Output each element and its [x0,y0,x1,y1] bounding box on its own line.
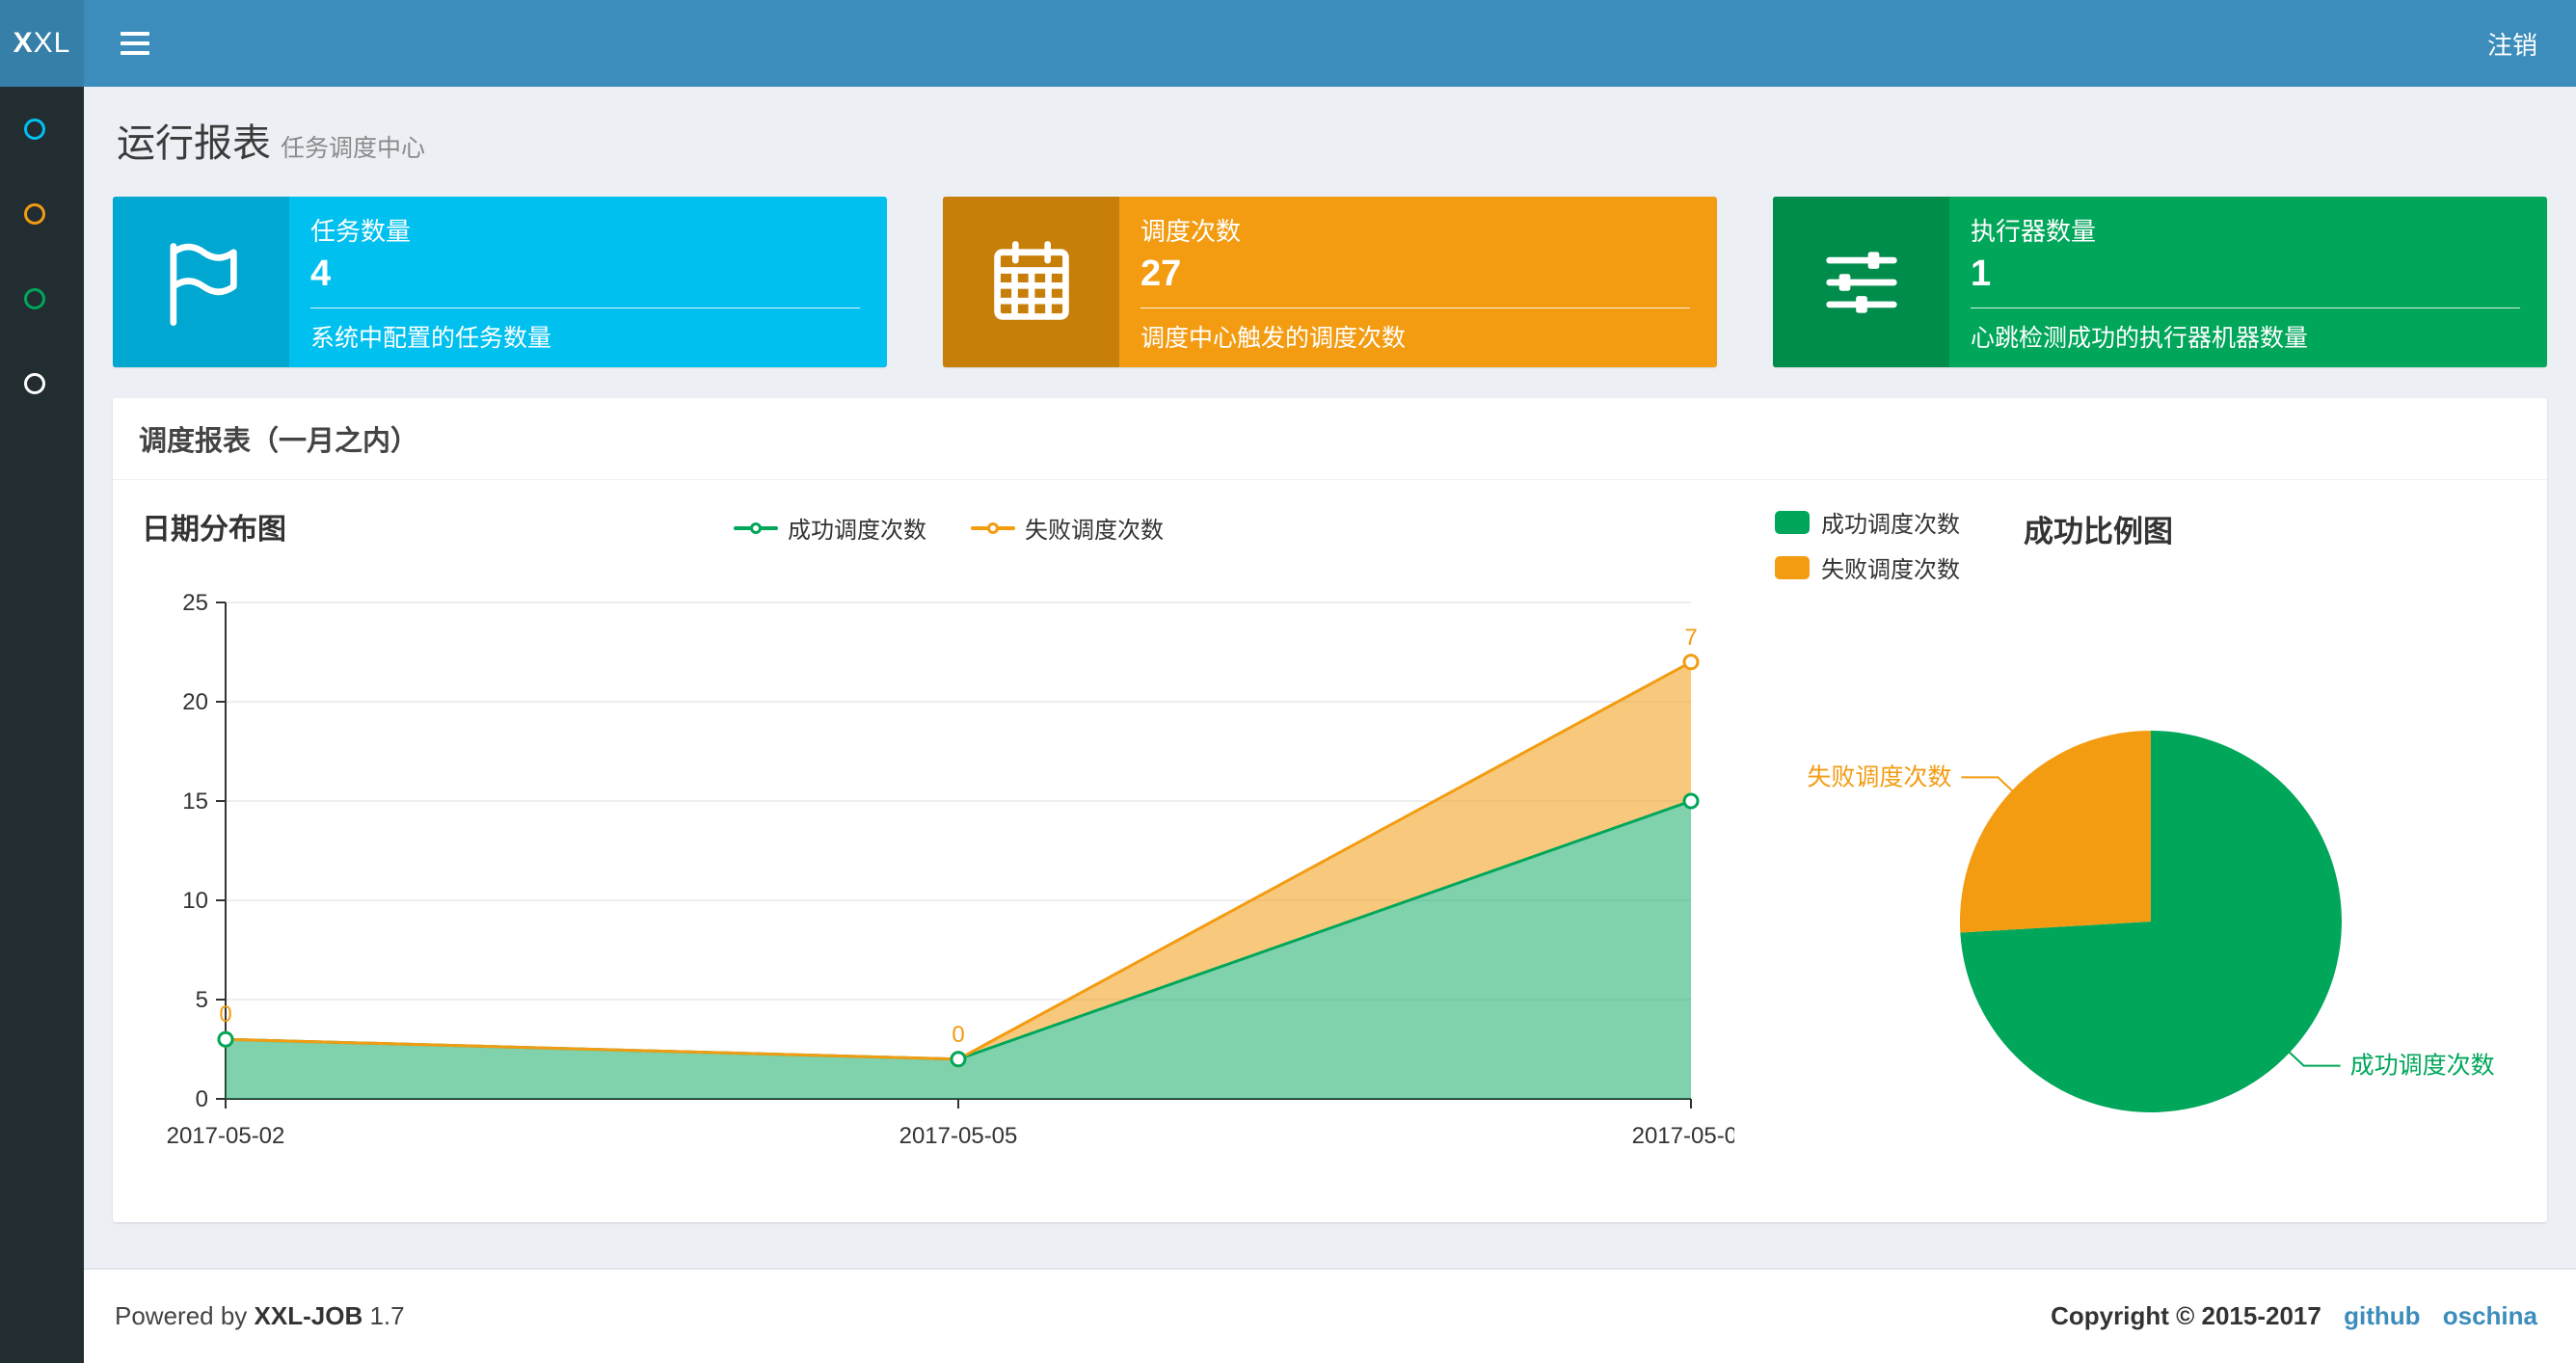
pie-chart: 成功调度次数 失败调度次数 [1807,731,2495,1112]
line-series-marker-icon [734,521,778,534]
logo-text: XL [33,27,71,59]
divider [1140,307,1690,308]
calendar-icon [943,197,1119,367]
sidebar-item-dashboard[interactable] [0,87,84,172]
pie-chart-title: 成功比例图 [2024,515,2173,548]
legend-item-fail[interactable]: 失败调度次数 [1775,550,1960,584]
stat-description: 调度中心触发的调度次数 [1140,325,1407,352]
date-distribution-chart: 日期分布图 成功调度次数 失败调度次数 0 5 10 15 20 25 2017… [134,499,1763,1195]
sidebar-item-help[interactable] [0,341,84,426]
stacked-area-chart: 05101520252017-05-022017-05-052017-05-08… [167,590,1751,1149]
logo-text-bold: X [13,27,34,59]
svg-text:10: 10 [182,888,208,914]
legend-label: 失败调度次数 [1025,518,1164,544]
success-ratio-chart: 成功调度次数 失败调度次数 成功比例图 成功调度次数 失败调度次数 [1763,499,2530,1195]
report-panel: 调度报表（一月之内） 日期分布图 成功调度次数 失败调度次数 0 5 10 15… [113,398,2547,1222]
stat-description: 系统中配置的任务数量 [310,325,552,352]
svg-text:2017-05-05: 2017-05-05 [899,1123,1018,1149]
stat-title: 执行器数量 [1971,217,2097,246]
svg-text:2017-05-08: 2017-05-08 [1632,1123,1734,1149]
divider [310,307,860,308]
navbar-body: 注销 [84,0,2576,87]
footer: Powered by XXL-JOB 1.7 Copyright © 2015-… [84,1269,2576,1363]
stat-box-executor-count: 执行器数量 1 心跳检测成功的执行器机器数量 [1773,197,2547,367]
line-chart-header: 日期分布图 成功调度次数 失败调度次数 [134,499,1763,559]
svg-text:25: 25 [182,590,208,616]
sidebar-toggle-icon[interactable] [111,22,159,65]
xxl-job-dashboard: X XL 注销 运行报表 任务调度中心 任务数量 4 系统中配置的任务数量 调度… [0,0,2576,1363]
page-title-text: 运行报表 [117,122,271,165]
pie-chart-legend: 成功调度次数 失败调度次数 [1775,505,1960,584]
circle-o-icon [24,119,45,140]
legend-label: 失败调度次数 [1821,557,1960,583]
circle-o-icon [24,288,45,309]
svg-text:成功调度次数: 成功调度次数 [2350,1053,2495,1080]
svg-text:失败调度次数: 失败调度次数 [1807,763,1951,790]
stat-body: 执行器数量 1 心跳检测成功的执行器机器数量 [1949,197,2547,367]
legend-item-success[interactable]: 成功调度次数 [1775,505,1960,539]
line-chart-legend: 成功调度次数 失败调度次数 [134,499,1763,545]
panel-body: 日期分布图 成功调度次数 失败调度次数 0 5 10 15 20 25 2017… [113,480,2547,1222]
flag-icon [113,197,289,367]
stat-title: 调度次数 [1140,217,1242,246]
stat-value: 1 [1971,254,1992,294]
swatch-icon [1775,555,1810,579]
stat-body: 调度次数 27 调度中心触发的调度次数 [1119,197,1717,367]
divider [1971,307,2520,308]
swatch-icon [1775,510,1810,534]
svg-text:0: 0 [219,1002,231,1028]
svg-text:5: 5 [196,987,208,1013]
line-series-marker-icon [971,521,1015,534]
stat-box-job-count: 任务数量 4 系统中配置的任务数量 [113,197,887,367]
powered-by: Powered by XXL-JOB 1.7 [115,1301,405,1330]
legend-item-success[interactable]: 成功调度次数 [734,511,926,545]
svg-text:15: 15 [182,788,208,815]
stat-body: 任务数量 4 系统中配置的任务数量 [289,197,887,367]
main-content: 运行报表 任务调度中心 任务数量 4 系统中配置的任务数量 调度次数 27 调度… [84,87,2576,1269]
oschina-link[interactable]: oschina [2443,1301,2537,1330]
stat-value: 27 [1140,254,1182,294]
copyright: Copyright © 2015-2017 github oschina [2051,1301,2537,1330]
svg-text:0: 0 [952,1022,964,1048]
stat-box-trigger-count: 调度次数 27 调度中心触发的调度次数 [943,197,1717,367]
app-logo[interactable]: X XL [0,0,84,87]
stat-value: 4 [310,254,332,294]
content-header: 运行报表 任务调度中心 [113,87,2547,168]
page-subtitle: 任务调度中心 [281,135,426,162]
sidebar-item-job-log[interactable] [0,256,84,341]
line-chart-title: 日期分布图 [142,514,286,546]
legend-label: 成功调度次数 [788,518,926,544]
svg-text:0: 0 [196,1086,208,1112]
logout-link[interactable]: 注销 [2487,26,2537,62]
legend-label: 成功调度次数 [1821,512,1960,538]
top-navbar: X XL 注销 [0,0,2576,87]
legend-item-fail[interactable]: 失败调度次数 [971,511,1164,545]
stat-description: 心跳检测成功的执行器机器数量 [1971,325,2309,352]
sidebar [0,87,84,1363]
stats-row: 任务数量 4 系统中配置的任务数量 调度次数 27 调度中心触发的调度次数 执行… [113,197,2547,367]
github-link[interactable]: github [2344,1301,2420,1330]
panel-title: 调度报表（一月之内） [113,398,2547,480]
pie-chart-header: 成功调度次数 失败调度次数 成功比例图 [1775,499,2530,584]
sidebar-item-job-manage[interactable] [0,172,84,256]
svg-text:20: 20 [182,689,208,715]
page-title: 运行报表 任务调度中心 [117,112,2543,168]
svg-text:7: 7 [1684,625,1697,651]
stat-title: 任务数量 [310,217,412,246]
product-name: XXL-JOB [254,1301,363,1330]
sliders-icon [1773,197,1949,367]
circle-o-icon [24,373,45,394]
svg-text:2017-05-02: 2017-05-02 [167,1123,285,1149]
circle-o-icon [24,203,45,225]
